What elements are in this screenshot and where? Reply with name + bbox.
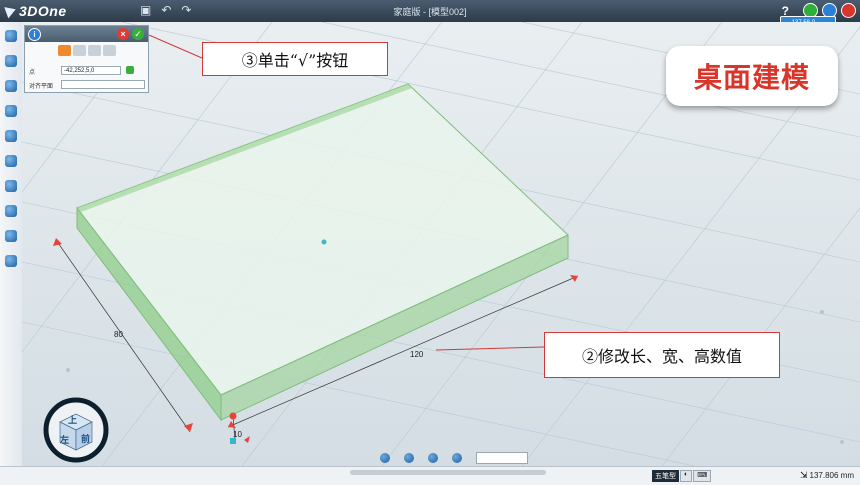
close-window-button[interactable] — [841, 3, 856, 18]
left-toolbar — [0, 22, 23, 484]
mode-box-icon[interactable] — [58, 45, 71, 56]
nav-cube-front-label[interactable]: 前 — [81, 432, 90, 445]
align-plane-input[interactable] — [61, 80, 145, 89]
height-handle-top[interactable] — [229, 412, 237, 420]
info-icon[interactable]: i — [28, 28, 41, 41]
callout-step2: ②修改长、宽、高数值 — [544, 332, 780, 378]
sketch-icon[interactable] — [5, 55, 17, 67]
width-dimension-label[interactable]: 80 — [114, 330, 123, 339]
horizontal-scrollbar[interactable] — [350, 470, 546, 475]
panel-header: i × ✓ — [25, 26, 148, 42]
callout-step3: ③单击“√”按钮 — [202, 42, 388, 76]
height-dimension-label[interactable]: 10 — [233, 430, 242, 439]
zoom-icon[interactable] — [452, 453, 462, 463]
length-dimension-label[interactable]: 120 — [410, 350, 423, 359]
point-input[interactable]: -42,252,5,0 — [61, 66, 121, 75]
ime-status: 五笔型 ◐ ⌨ — [652, 470, 712, 482]
title-badge: 桌面建模 — [666, 46, 838, 106]
nav-cube[interactable] — [43, 397, 109, 463]
mode-subtract-icon[interactable] — [88, 45, 101, 56]
view-eye-icon[interactable] — [380, 453, 390, 463]
array-icon[interactable] — [5, 205, 17, 217]
point-label: 点 — [29, 70, 36, 76]
mode-add-icon[interactable] — [73, 45, 86, 56]
panel-mode-buttons — [58, 45, 116, 56]
nav-cube-top-label[interactable]: 上 — [68, 413, 77, 426]
cancel-button[interactable]: × — [117, 28, 129, 40]
zoom-readout: 137.806 mm — [809, 471, 854, 480]
special-feature-icon[interactable] — [5, 130, 17, 142]
pick-point-icon[interactable] — [126, 66, 134, 74]
align-plane-label: 对齐平面 — [29, 84, 54, 90]
measure-icon[interactable] — [5, 230, 17, 242]
view-selector-input[interactable] — [476, 452, 528, 464]
box-center-marker — [321, 239, 327, 245]
ime-punct-icon[interactable]: ◐ — [680, 470, 693, 482]
ruler-icon: ⇲ — [800, 470, 808, 480]
title-bar: 3DOne ▣ ↶ ↷ 家庭版 - [模型002] ? — [0, 0, 860, 22]
move-icon[interactable] — [5, 180, 17, 192]
material-icon[interactable] — [5, 255, 17, 267]
feature-icon[interactable] — [5, 105, 17, 117]
view-home-icon[interactable] — [404, 453, 414, 463]
window-title: 家庭版 - [模型002] — [393, 7, 467, 17]
sketch-edit-icon[interactable] — [5, 80, 17, 92]
box-property-panel: i × ✓ 点 -42,252,5,0 对齐平面 — [24, 25, 149, 93]
title-badge-text: 桌面建模 — [693, 61, 810, 94]
basic-shape-icon[interactable] — [5, 30, 17, 42]
ime-mode-tab[interactable]: 五笔型 — [652, 470, 679, 482]
mode-intersect-icon[interactable] — [103, 45, 116, 56]
status-bar: 五笔型 ◐ ⌨ ⇲ 137.806 mm — [0, 466, 860, 485]
bottom-view-tools — [380, 452, 528, 464]
render-mode-icon[interactable] — [428, 453, 438, 463]
combine-icon[interactable] — [5, 155, 17, 167]
nav-cube-left-label[interactable]: 左 — [60, 433, 69, 446]
confirm-button[interactable]: ✓ — [132, 28, 144, 40]
ime-keyboard-icon[interactable]: ⌨ — [693, 470, 712, 482]
